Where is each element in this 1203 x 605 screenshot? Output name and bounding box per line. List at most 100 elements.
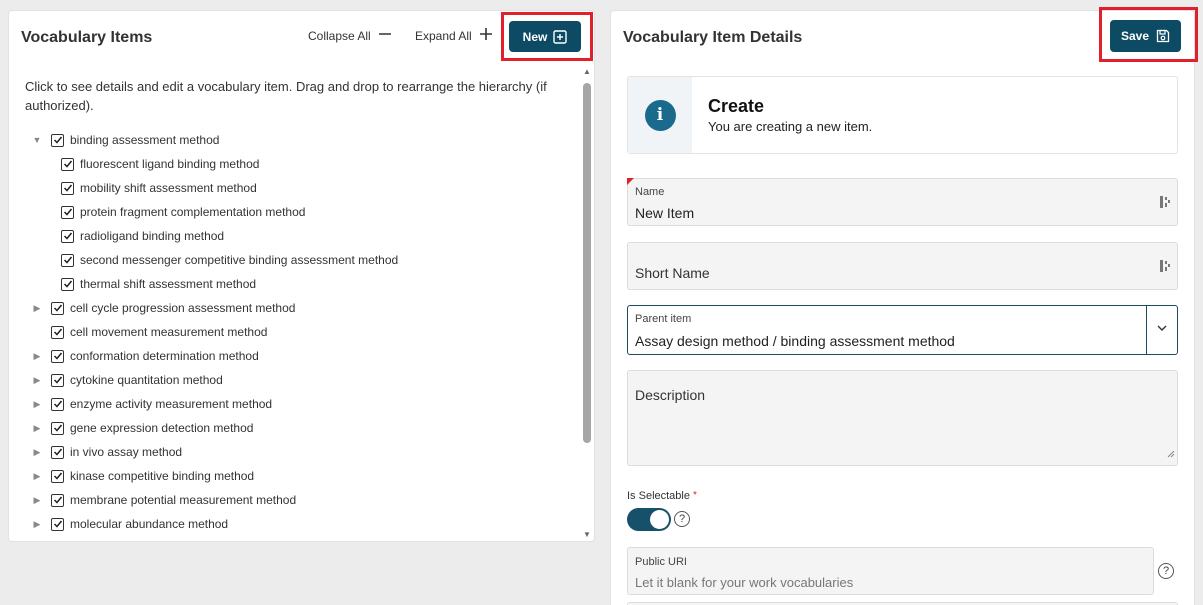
tree-item[interactable]: mobility shift assessment method — [61, 176, 257, 200]
public-uri-label: Public URI — [635, 556, 687, 568]
tree-item[interactable]: ▶ conformation determination method — [31, 344, 259, 368]
name-value[interactable]: New Item — [635, 205, 694, 221]
is-selectable-label: Is Selectable * — [627, 490, 697, 502]
tree-item[interactable]: protein fragment complementation method — [61, 200, 305, 224]
tree-item-label: enzyme activity measurement method — [70, 397, 273, 411]
tree-item-label: radioligand binding method — [80, 229, 225, 243]
caret-right-icon[interactable]: ▶ — [31, 447, 43, 458]
save-button-highlight — [1099, 7, 1198, 62]
checkbox[interactable] — [51, 301, 64, 315]
translate-icon[interactable] — [1159, 259, 1171, 273]
tree-item-label: cell cycle progression assessment method — [70, 301, 296, 315]
public-uri-field[interactable]: Public URI Let it blank for your work vo… — [627, 547, 1154, 595]
checkbox[interactable] — [51, 133, 64, 147]
tree-item[interactable]: fluorescent ligand binding method — [61, 152, 259, 176]
vocabulary-items-title: Vocabulary Items — [21, 29, 153, 46]
checkbox[interactable] — [61, 205, 74, 219]
tree-item-label: protein fragment complementation method — [80, 205, 306, 219]
tree-item[interactable]: ▶ enzyme activity measurement method — [31, 392, 273, 416]
checkbox[interactable] — [51, 349, 64, 363]
caret-right-icon[interactable]: ▶ — [31, 423, 43, 434]
caret-right-icon[interactable]: ▶ — [31, 375, 43, 386]
tree-item-label: membrane potential measurement method — [70, 493, 297, 507]
help-icon[interactable]: ? — [1158, 563, 1174, 579]
tree-item[interactable]: ▶ cytokine quantitation method — [31, 368, 223, 392]
minus-icon — [378, 28, 391, 43]
tree-item[interactable]: ▶molecular redistribution determination … — [31, 536, 313, 541]
checkbox[interactable] — [61, 253, 74, 267]
tree-scrollbar[interactable]: ▲ ▼ — [581, 67, 594, 541]
expand-all-button[interactable]: Expand All — [415, 28, 492, 43]
tree-item-label: molecular abundance method — [70, 517, 229, 531]
caret-right-icon[interactable]: ▶ — [31, 471, 43, 482]
vocabulary-tree: Click to see details and edit a vocabula… — [9, 71, 581, 541]
tree-item[interactable]: ▶ gene expression detection method — [31, 416, 254, 440]
tree-item-label: conformation determination method — [70, 349, 259, 363]
description-placeholder: Description — [635, 387, 706, 403]
help-icon[interactable]: ? — [674, 511, 690, 527]
scroll-down-icon[interactable]: ▼ — [583, 530, 591, 539]
description-field[interactable]: Description — [627, 370, 1178, 466]
tree-item-label: thermal shift assessment method — [80, 277, 257, 291]
info-icon: i — [644, 99, 676, 131]
required-asterisk: * — [693, 490, 697, 501]
is-selectable-toggle[interactable] — [627, 508, 671, 531]
checkbox[interactable] — [51, 445, 64, 459]
tree-item[interactable]: radioligand binding method — [61, 224, 224, 248]
info-subtitle: You are creating a new item. — [708, 119, 873, 134]
tree-item[interactable]: ▶ molecular abundance method — [31, 512, 229, 536]
caret-right-icon[interactable]: ▶ — [31, 399, 43, 410]
public-uri-placeholder: Let it blank for your work vocabularies — [635, 575, 854, 590]
caret-down-icon[interactable]: ▼ — [31, 135, 43, 145]
create-info-card: i Create You are creating a new item. — [627, 76, 1178, 154]
parent-item-value: Assay design method / binding assessment… — [635, 333, 955, 349]
short-name-field[interactable]: Short Name — [627, 242, 1178, 290]
required-marker — [627, 178, 634, 185]
tree-item[interactable]: cell movement measurement method — [31, 320, 267, 344]
checkbox[interactable] — [51, 421, 64, 435]
item-details-panel: Vocabulary Item Details Save i Create Yo… — [611, 11, 1194, 605]
short-name-placeholder: Short Name — [635, 265, 710, 281]
tree-item[interactable]: ▶ in vivo assay method — [31, 440, 183, 464]
name-field[interactable]: Name New Item — [627, 178, 1178, 226]
tree-item-label: cytokine quantitation method — [70, 373, 223, 387]
tree-item[interactable]: ▶ kinase competitive binding method — [31, 464, 255, 488]
tree-help-text: Click to see details and edit a vocabula… — [25, 79, 547, 113]
tree-item[interactable]: ▶ cell cycle progression assessment metho… — [31, 296, 296, 320]
tree-item-label: kinase competitive binding method — [70, 469, 255, 483]
scroll-up-icon[interactable]: ▲ — [583, 67, 591, 76]
caret-right-icon[interactable]: ▶ — [31, 519, 43, 530]
caret-right-icon[interactable]: ▶ — [31, 303, 43, 314]
checkbox[interactable] — [51, 373, 64, 387]
parent-item-select[interactable]: Parent item Assay design method / bindin… — [627, 305, 1178, 355]
tree-item-label: gene expression detection method — [70, 421, 254, 435]
tree-item[interactable]: second messenger competitive binding ass… — [61, 248, 398, 272]
checkbox[interactable] — [61, 181, 74, 195]
vocabulary-items-panel: Vocabulary Items Collapse All Expand All… — [9, 11, 594, 541]
checkbox[interactable] — [51, 469, 64, 483]
translate-icon[interactable] — [1159, 195, 1171, 209]
caret-right-icon[interactable]: ▶ — [31, 495, 43, 506]
tree-item-label: cell movement measurement method — [70, 325, 268, 339]
plus-icon — [479, 28, 492, 43]
chevron-down-icon[interactable] — [1155, 321, 1169, 340]
tree-item-label: in vivo assay method — [70, 445, 183, 459]
collapse-all-button[interactable]: Collapse All — [308, 28, 391, 43]
checkbox[interactable] — [61, 157, 74, 171]
checkbox[interactable] — [51, 325, 64, 339]
checkbox[interactable] — [51, 517, 64, 531]
tree-item[interactable]: ▼ binding assessment method — [31, 128, 220, 152]
checkbox[interactable] — [51, 493, 64, 507]
checkbox[interactable] — [61, 277, 74, 291]
item-details-title: Vocabulary Item Details — [623, 29, 803, 46]
scroll-thumb[interactable] — [583, 83, 591, 443]
checkbox[interactable] — [61, 229, 74, 243]
collapse-all-label: Collapse All — [308, 28, 371, 43]
tree-item[interactable]: ▶ membrane potential measurement method — [31, 488, 297, 512]
resize-grip-icon[interactable] — [1167, 445, 1175, 463]
caret-right-icon[interactable]: ▶ — [31, 351, 43, 362]
tree-item[interactable]: thermal shift assessment method — [61, 272, 256, 296]
checkbox[interactable] — [51, 397, 64, 411]
tree-item-label: mobility shift assessment method — [80, 181, 257, 195]
tree-item-label: binding assessment method — [70, 133, 220, 147]
